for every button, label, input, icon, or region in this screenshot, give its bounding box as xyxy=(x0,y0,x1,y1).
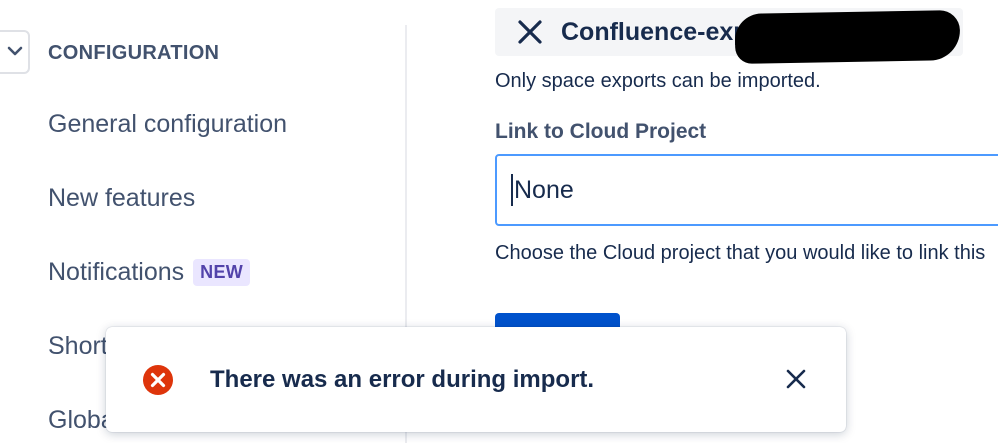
sidebar-item-notifications[interactable]: Notifications NEW xyxy=(48,258,251,287)
sidebar-item-label: Notifications xyxy=(48,258,185,286)
link-project-helper-text: Choose the Cloud project that you would … xyxy=(495,242,986,264)
sidebar-item-general-configuration[interactable]: General configuration xyxy=(48,110,287,139)
sidebar-item-label: General configuration xyxy=(48,110,288,138)
file-helper-text: Only space exports can be imported. xyxy=(495,70,821,92)
cloud-project-select[interactable]: None xyxy=(495,154,998,226)
redaction-mark xyxy=(734,10,961,64)
chevron-down-icon xyxy=(7,43,23,61)
cloud-project-select-value: None xyxy=(514,175,574,204)
section-heading: CONFIGURATION xyxy=(48,42,220,64)
sidebar-item-shortcuts[interactable]: Short xyxy=(48,332,108,361)
sidebar-item-label: Short xyxy=(48,332,108,360)
close-icon[interactable] xyxy=(784,367,808,391)
collapse-button[interactable] xyxy=(0,30,30,74)
page: CONFIGURATION General configuration New … xyxy=(0,0,998,443)
error-flag: There was an error during import. xyxy=(106,327,846,432)
sidebar-item-label: Globa xyxy=(48,406,115,434)
text-cursor xyxy=(511,174,513,206)
sidebar-item-new-features[interactable]: New features xyxy=(48,184,195,213)
file-name: Confluence-exp xyxy=(561,17,749,46)
link-project-label: Link to Cloud Project xyxy=(495,120,707,143)
sidebar-item-label: New features xyxy=(48,184,196,212)
error-icon xyxy=(142,364,174,396)
close-icon[interactable] xyxy=(517,19,543,45)
sidebar-item-global[interactable]: Globa xyxy=(48,406,115,435)
new-badge: NEW xyxy=(193,259,251,286)
error-message: There was an error during import. xyxy=(210,365,595,393)
